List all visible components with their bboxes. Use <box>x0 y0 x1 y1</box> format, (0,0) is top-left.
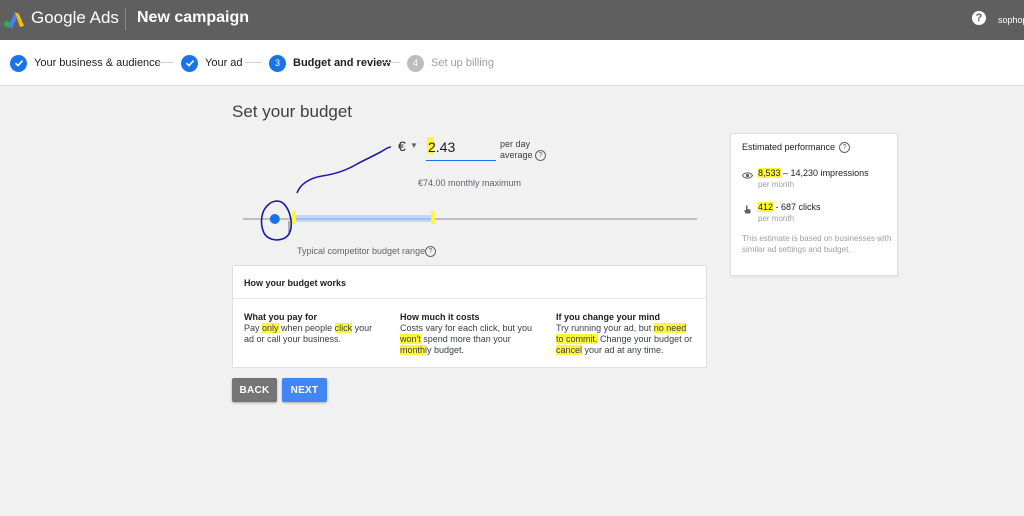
card-title: How your budget works <box>244 278 347 288</box>
column-heading: What you pay for <box>244 312 318 322</box>
section-title: Set your budget <box>232 102 353 121</box>
step-number: 3 <box>269 54 286 72</box>
column-heading: If you change your mind <box>556 312 661 322</box>
column-text: spend more than your <box>420 334 511 344</box>
estimate-note: This estimate is based on businesses wit… <box>742 234 892 254</box>
progress-stepper: Your business & audience Your ad 3 Budge… <box>0 40 1024 86</box>
highlighted-text: 8,533 <box>758 168 781 178</box>
column-heading: How much it costs <box>400 312 480 322</box>
step-set-up-billing[interactable]: 4 Set up billing <box>407 54 494 72</box>
hand-pointer-icon <box>744 205 751 214</box>
next-button[interactable]: NEXT <box>282 378 327 402</box>
step-label: Your ad <box>205 57 243 69</box>
competitor-range-text: Typical competitor budget range <box>297 246 426 256</box>
impressions-period: per month <box>758 180 795 189</box>
google-ads-logo[interactable] <box>2 8 24 28</box>
step-label: Budget and review <box>293 57 391 69</box>
info-icon[interactable]: ? <box>839 142 851 154</box>
highlight-mark <box>431 211 435 224</box>
monthly-maximum: €74.00 monthly maximum <box>418 178 522 188</box>
handwritten-annotation-line <box>296 146 392 194</box>
info-icon[interactable]: ? <box>425 246 437 258</box>
highlighted-text: 412 <box>758 202 774 212</box>
product-name: Google Ads <box>31 8 119 27</box>
currency-select[interactable]: € <box>398 138 406 154</box>
step-label: Set up billing <box>431 57 494 69</box>
dropdown-caret-icon[interactable]: ▼ <box>410 141 418 150</box>
column-text: ly budget. <box>425 345 465 355</box>
impressions-range: – 14,230 impressions <box>780 168 869 178</box>
step-connector <box>245 62 262 63</box>
column-text: Costs vary for each click, but you <box>400 323 533 333</box>
panel-title: Estimated performance? <box>742 142 851 154</box>
eye-icon <box>742 172 753 179</box>
clicks-range: - 687 clicks <box>773 202 821 212</box>
budget-amount-field[interactable] <box>426 136 498 161</box>
step-number: 4 <box>407 54 424 72</box>
per-day-label: per day average ? <box>500 139 547 162</box>
checkmark-icon <box>10 54 27 72</box>
info-column-change: If you change your mind Try running your … <box>556 312 696 356</box>
checkmark-icon <box>181 54 198 72</box>
highlighted-text: click <box>334 323 353 333</box>
handwritten-circle <box>260 200 292 241</box>
slider-thumb[interactable] <box>269 214 280 224</box>
info-icon[interactable]: ? <box>535 150 547 162</box>
budget-amount-input[interactable] <box>426 136 498 158</box>
help-icon[interactable]: ? <box>972 11 986 25</box>
column-text: Pay <box>244 323 263 333</box>
column-text: Try running your ad, but <box>556 323 654 333</box>
step-your-ad[interactable]: Your ad <box>181 54 243 72</box>
account-name[interactable]: sophop <box>998 15 1024 25</box>
competitor-range-label: Typical competitor budget range? <box>297 246 437 258</box>
clicks-value: 412 - 687 clicks <box>758 202 821 212</box>
card-divider <box>233 298 706 299</box>
highlighted-text: cancel <box>556 345 583 355</box>
panel-title-text: Estimated performance <box>742 142 836 152</box>
step-label: Your business & audience <box>34 57 161 69</box>
column-text: Change your budget or <box>597 334 693 344</box>
competitor-range-bar <box>292 215 434 222</box>
top-bar: Google Ads New campaign ? sophop <box>0 0 1024 40</box>
per-day-text: per day <box>500 139 531 149</box>
estimated-performance-panel: Estimated performance? 8,533 – 14,230 im… <box>730 133 898 276</box>
step-budget-review[interactable]: 3 Budget and review <box>269 54 391 72</box>
highlight-mark <box>292 211 296 224</box>
header-divider <box>125 8 126 30</box>
how-budget-works-card: How your budget works What you pay for Pa… <box>232 265 707 368</box>
column-text: when people <box>278 323 335 333</box>
highlighted-text: month <box>400 345 426 355</box>
impressions-value: 8,533 – 14,230 impressions <box>758 168 869 178</box>
average-text: average <box>500 150 533 160</box>
clicks-period: per month <box>758 214 795 223</box>
column-text: your ad at any time. <box>582 345 664 355</box>
step-connector <box>157 62 174 63</box>
step-business-audience[interactable]: Your business & audience <box>10 54 161 72</box>
highlighted-text: only <box>262 323 279 333</box>
back-button[interactable]: BACK <box>232 378 277 402</box>
highlighted-text: won't <box>400 334 421 344</box>
step-connector <box>383 62 400 63</box>
info-column-pay: What you pay for Pay only when people cli… <box>244 312 384 345</box>
page-title: New campaign <box>137 9 250 26</box>
info-column-cost: How much it costs Costs vary for each cli… <box>400 312 540 356</box>
